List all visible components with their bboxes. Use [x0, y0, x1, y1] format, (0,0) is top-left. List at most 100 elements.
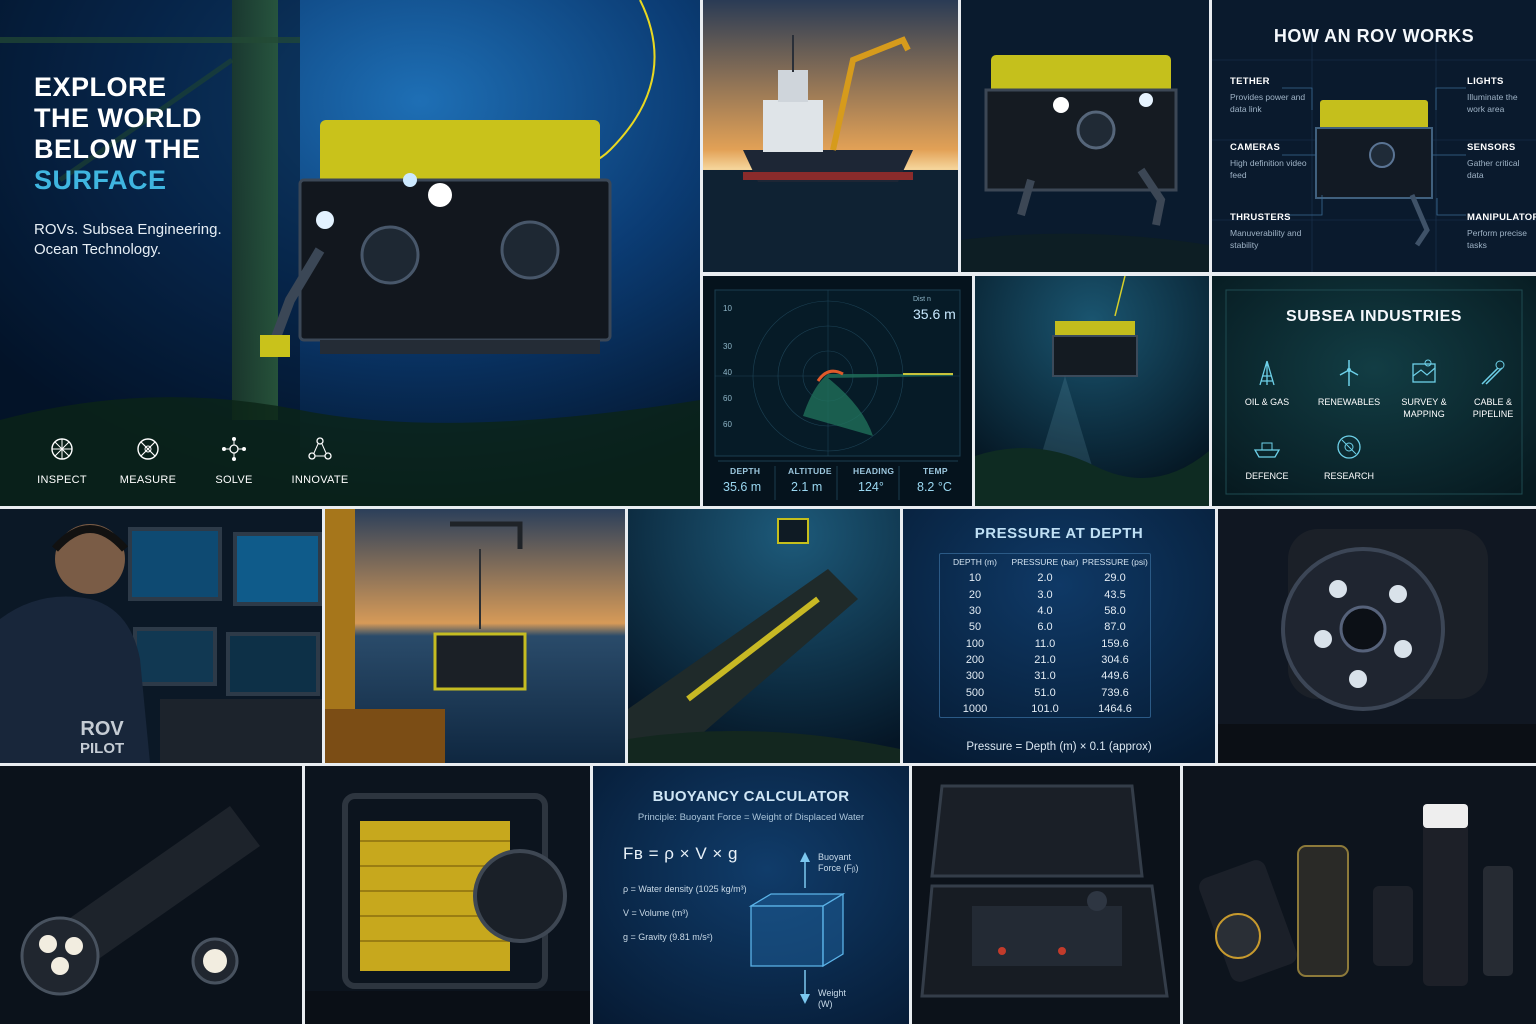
molecule-icon	[308, 437, 332, 460]
rov-pilot-badge: ROV PILOT	[80, 718, 125, 757]
subsea-connectors-illustration	[1183, 766, 1536, 1024]
hero-subtitle: ROVs. Subsea Engineering. Ocean Technolo…	[34, 221, 222, 258]
pressure-table-header: DEPTH (m) PRESSURE (bar) PRESSURE (psi)	[953, 557, 1148, 568]
buoyancy-var-density: ρ = Water density (1025 kg/m³)	[623, 884, 747, 894]
readout-heading-label: HEADING	[853, 466, 895, 476]
sonar-tick-2: 30	[723, 342, 732, 351]
table-row: 200 21.0 304.6	[965, 653, 1129, 666]
readout-altitude-value: 2.1 m	[791, 480, 823, 494]
pipeline-icon	[1481, 360, 1505, 385]
hero-panel: EXPLORE THE WORLD BELOW THE SURFACE ROVs…	[0, 0, 700, 506]
subsea-camera-photo	[1218, 509, 1536, 763]
rov-closeup-illustration	[961, 0, 1209, 272]
table-row: 20 3.0 43.5	[968, 588, 1126, 601]
sonar-tick-5: 60	[723, 420, 732, 429]
tether-reel-photo	[305, 766, 590, 1024]
feature-measure: MEASURE	[116, 436, 180, 488]
buoyancy-principle: Principle: Buoyant Force = Weight of Dis…	[637, 812, 865, 823]
atom-icon	[1337, 435, 1361, 459]
table-row: 10 2.0 29.0	[968, 572, 1126, 585]
component-sensors: SENSORS	[1467, 142, 1516, 153]
control-case-photo	[912, 766, 1180, 1024]
weight-label: Weight (W)	[818, 988, 846, 1009]
subsea-camera-illustration	[1218, 509, 1536, 763]
readout-heading-value: 124°	[858, 480, 884, 494]
how-rov-works-panel: HOW AN ROV WORKS TETHER Provides power a…	[1212, 0, 1536, 272]
readout-depth-label: DEPTH	[730, 466, 761, 476]
component-sensors-desc: Gather critical data	[1467, 158, 1520, 180]
industry-renewables: RENEWABLES	[1314, 358, 1384, 408]
buoyancy-var-volume: V = Volume (m³)	[623, 908, 689, 918]
oil-rig-icon	[1259, 360, 1275, 386]
industry-oil-gas: OIL & GAS	[1232, 358, 1302, 408]
pressure-formula: Pressure = Depth (m) × 0.1 (approx)	[966, 741, 1152, 753]
hero-feature-icons: INSPECT MEASURE SOLVE INNOVATE	[30, 436, 352, 488]
component-cameras: CAMERAS	[1230, 142, 1281, 153]
table-row: 50 6.0 87.0	[968, 621, 1126, 634]
component-tether-desc: Provides power and data link	[1230, 92, 1306, 114]
pressure-title: PRESSURE AT DEPTH	[974, 525, 1144, 542]
rov-launch-illustration	[325, 509, 625, 763]
pipeline-illustration	[628, 509, 900, 763]
subsea-industries-panel: SUBSEA INDUSTRIES OIL & GAS RENEWABLES S…	[1212, 276, 1536, 506]
table-row: 30 4.0 58.0	[968, 605, 1126, 618]
buoyant-force-label: Buoyant Force (Fᵦ)	[818, 852, 859, 873]
buoyancy-formula: Fʙ = ρ × V × g	[623, 844, 739, 863]
ship-photo	[703, 0, 958, 272]
industry-research: RESEARCH	[1314, 432, 1384, 482]
component-manipulators-desc: Perform precise tasks	[1467, 228, 1527, 250]
buoyancy-title: BUOYANCY CALCULATOR	[652, 788, 850, 805]
buoyancy-calculator-panel: BUOYANCY CALCULATOR Principle: Buoyant F…	[593, 766, 909, 1024]
industry-survey-mapping: SURVEY & MAPPING	[1389, 358, 1459, 420]
buoyancy-var-gravity: g = Gravity (9.81 m/s²)	[623, 932, 713, 942]
map-icon	[1412, 359, 1436, 383]
industries-title: SUBSEA INDUSTRIES	[1286, 308, 1462, 325]
component-lights-desc: Illuminate the work area	[1467, 92, 1518, 114]
readout-altitude-label: ALTITUDE	[788, 466, 832, 476]
readout-temp-label: TEMP	[923, 466, 948, 476]
subsea-connectors-photo	[1183, 766, 1536, 1024]
tether-reel-illustration	[305, 766, 590, 1024]
crosshair-icon	[51, 438, 73, 460]
sonar-display-panel: 10 30 40 60 60 Dist n 35.6 m DEPTH 35.6 …	[703, 276, 972, 506]
control-case-illustration	[912, 766, 1180, 1024]
component-tether: TETHER	[1230, 76, 1270, 87]
industry-cable-pipeline: CABLE & PIPELINE	[1458, 358, 1528, 420]
sonar-tick-3: 40	[723, 368, 732, 377]
component-thrusters: THRUSTERS	[1230, 212, 1291, 223]
component-thrusters-desc: Manuverability and stability	[1230, 228, 1302, 250]
component-manipulators: MANIPULATORS	[1467, 212, 1536, 223]
table-row: 500 51.0 739.6	[965, 686, 1129, 699]
sonar-tick-1: 10	[723, 304, 732, 313]
table-row: 300 31.0 449.6	[965, 670, 1129, 683]
hero-title: EXPLORE THE WORLD BELOW THE SURFACE	[34, 72, 294, 196]
rov-seafloor-illustration	[975, 276, 1209, 506]
feature-innovate: INNOVATE	[288, 436, 352, 488]
component-lights: LIGHTS	[1467, 76, 1504, 87]
how-rov-works-title: HOW AN ROV WORKS	[1273, 26, 1475, 46]
table-row: 100 11.0 159.6	[965, 637, 1129, 650]
pilot-control-room-illustration	[0, 509, 322, 763]
component-cameras-desc: High definition video feed	[1230, 158, 1307, 180]
feature-solve: SOLVE	[202, 436, 266, 488]
rov-launch-photo	[325, 509, 625, 763]
subsea-lights-photo	[0, 766, 302, 1024]
rov-closeup-photo	[961, 0, 1209, 272]
rov-seafloor-photo	[975, 276, 1209, 506]
wind-turbine-icon	[1339, 360, 1359, 386]
pressure-table: DEPTH (m) PRESSURE (bar) PRESSURE (psi) 10…	[939, 553, 1151, 718]
pipeline-inspection-photo	[628, 509, 900, 763]
industry-defence: DEFENCE	[1232, 432, 1302, 482]
hero-title-accent: SURFACE	[34, 165, 167, 195]
readout-temp-value: 8.2 °C	[917, 480, 952, 494]
sonar-tick-4: 60	[723, 394, 732, 403]
network-icon	[222, 437, 246, 461]
table-row: 1000 101.0 1464.6	[962, 702, 1132, 715]
subsea-lights-illustration	[0, 766, 302, 1024]
readout-depth-value: 35.6 m	[723, 480, 762, 494]
sonar-distance-value: 35.6 m	[913, 306, 956, 322]
pressure-at-depth-panel: PRESSURE AT DEPTH DEPTH (m) PRESSURE (bar…	[903, 509, 1215, 763]
ship-icon	[1253, 442, 1281, 458]
compass-icon	[137, 438, 159, 460]
rov-pilot-photo: ROV PILOT	[0, 509, 322, 763]
